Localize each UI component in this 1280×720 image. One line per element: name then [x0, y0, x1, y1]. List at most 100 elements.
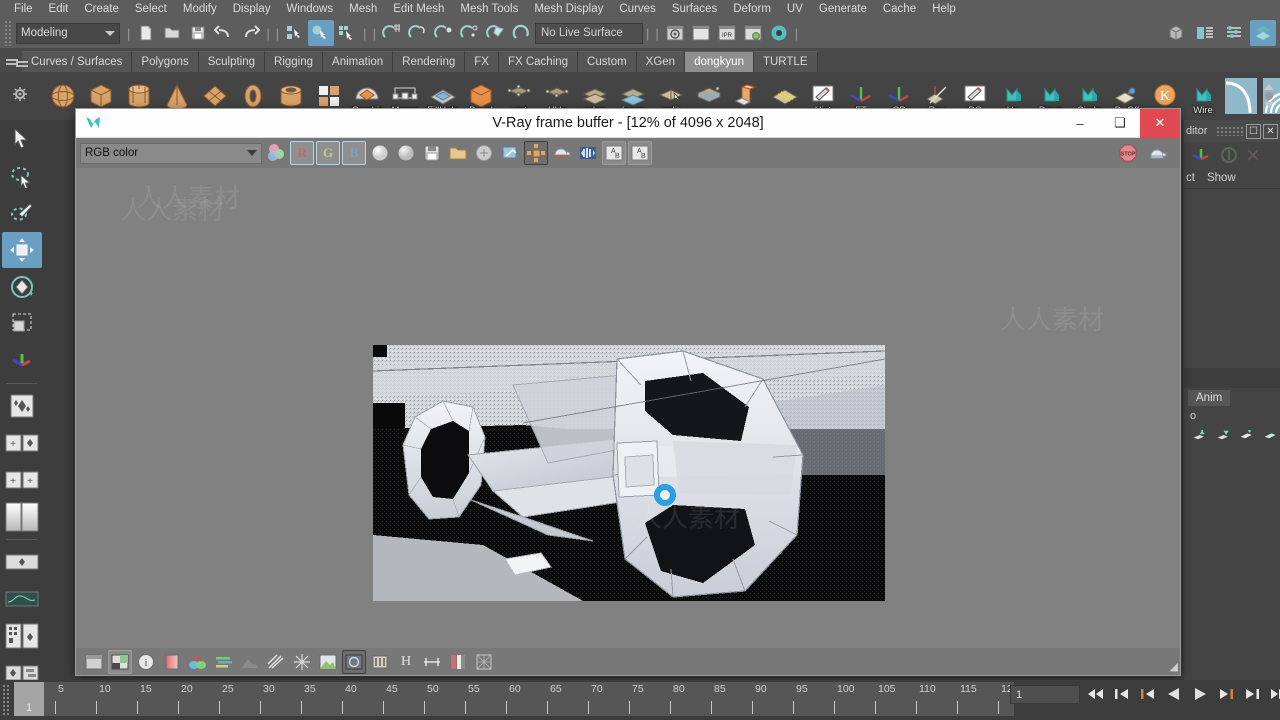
shelf-tab-curves-surfaces[interactable]: Curves / Surfaces [22, 51, 133, 72]
info-icon[interactable]: i [134, 650, 158, 674]
menu-item-edit-mesh[interactable]: Edit Mesh [385, 1, 452, 18]
save-scene-icon[interactable] [185, 20, 211, 46]
menu-item-mesh-display[interactable]: Mesh Display [526, 1, 611, 18]
color-channels-icon[interactable] [264, 141, 288, 165]
menu-item-modify[interactable]: Modify [175, 1, 225, 18]
channel-selector[interactable]: RGB color [80, 142, 262, 164]
ipr-render-icon[interactable]: IPR [714, 20, 740, 46]
snap-projected-center-icon[interactable] [457, 20, 483, 46]
exposure-icon[interactable] [238, 650, 262, 674]
shelf-tab-dongkyun[interactable]: dongkyun [685, 51, 754, 72]
render-settings-icon[interactable] [740, 20, 766, 46]
time-slider-track[interactable]: 1 5 10 15 20 25 30 35 40 45 50 55 60 65 … [14, 682, 1014, 716]
go-to-start-icon[interactable] [1085, 682, 1107, 706]
shelf-tab-fx-caching[interactable]: FX Caching [498, 51, 579, 72]
shelf-tab-sculpting[interactable]: Sculpting [198, 51, 266, 72]
shelf-tab-rendering[interactable]: Rendering [393, 51, 466, 72]
render-last-teapot-icon[interactable] [1146, 141, 1170, 165]
persp-graph-outliner-layout-icon[interactable] [2, 581, 42, 617]
menu-item-create[interactable]: Create [76, 1, 127, 18]
shelf-tab-rigging[interactable]: Rigging [265, 51, 324, 72]
paint-select-tool-icon[interactable] [2, 195, 42, 231]
shelf-scroll-controls[interactable] [1260, 72, 1278, 120]
restore-icon[interactable]: ☐ [1246, 123, 1261, 139]
clear-image-icon[interactable] [472, 141, 496, 165]
menu-item-display[interactable]: Display [225, 1, 279, 18]
menu-item-generate[interactable]: Generate [811, 1, 875, 18]
undo-icon[interactable] [211, 20, 237, 46]
show-hide-layer-editor-icon[interactable] [1250, 20, 1276, 46]
show-hide-channel-box-icon[interactable] [1221, 20, 1247, 46]
force-color-clamp-icon[interactable] [394, 141, 418, 165]
lut-icon[interactable] [290, 650, 314, 674]
tab-show[interactable]: Show [1207, 172, 1236, 184]
lasso-select-tool-icon[interactable] [2, 158, 42, 194]
vfb-title-bar[interactable]: V-Ray frame buffer - [12% of 4096 x 2048… [76, 108, 1180, 138]
shelf-tab-animation[interactable]: Animation [323, 51, 394, 72]
hypershade-persp-layout-icon[interactable] [2, 544, 42, 580]
monochrome-icon[interactable] [368, 141, 392, 165]
layout-grid-icon[interactable] [2, 618, 42, 654]
curve-icon[interactable] [264, 650, 288, 674]
current-frame-field[interactable]: 1 [1010, 685, 1080, 704]
render-region-icon[interactable] [108, 649, 132, 674]
menu-item-select[interactable]: Select [127, 1, 175, 18]
show-hide-attribute-editor-icon[interactable] [1192, 20, 1218, 46]
two-pane-layout-icon[interactable]: + + [2, 462, 42, 498]
show-render-region-icon[interactable] [82, 650, 106, 674]
load-image-icon[interactable] [446, 141, 470, 165]
hsl-icon[interactable]: HSL [186, 650, 210, 674]
gear-icon[interactable] [12, 86, 28, 107]
color-corrections-icon[interactable] [160, 650, 184, 674]
menu-item-curves[interactable]: Curves [611, 1, 663, 18]
select-tool-icon[interactable] [2, 121, 42, 157]
statusbar-grip[interactable] [4, 20, 13, 46]
step-back-frame-icon[interactable] [1137, 682, 1159, 706]
rotate-tool-icon[interactable] [2, 269, 42, 305]
grid-icon[interactable] [472, 650, 496, 674]
compare-horizontal-icon[interactable]: AB [602, 141, 626, 165]
step-forward-keyframe-icon[interactable] [1241, 682, 1263, 706]
scroll-thumb[interactable] [1265, 92, 1273, 100]
snap-view-plane-icon[interactable] [483, 20, 509, 46]
menu-item-uv[interactable]: UV [779, 1, 811, 18]
menu-item-file[interactable]: File [6, 1, 41, 18]
track-mouse-region-icon[interactable] [524, 141, 548, 165]
tab-select[interactable]: ct [1186, 172, 1195, 184]
delete-key-icon[interactable] [1263, 428, 1277, 442]
vfb-image-canvas[interactable]: 人人素材 人人素材 [76, 168, 1180, 648]
shelf-item-curve-tool[interactable] [1222, 74, 1260, 118]
render-sequence-icon[interactable] [688, 20, 714, 46]
step-forward-frame-icon[interactable] [1215, 682, 1237, 706]
key-down-icon[interactable] [1216, 428, 1230, 442]
levels-icon[interactable] [212, 650, 236, 674]
play-backwards-icon[interactable] [1163, 682, 1185, 706]
snap-grid-icon[interactable] [379, 20, 405, 46]
redo-icon[interactable] [237, 20, 263, 46]
go-to-end-icon[interactable] [1267, 682, 1280, 706]
compare-vertical-icon[interactable]: AB [628, 141, 652, 165]
scale-tool-icon[interactable] [2, 306, 42, 342]
menu-item-help[interactable]: Help [924, 1, 964, 18]
render-last-icon[interactable] [550, 141, 574, 165]
scroll-up-icon[interactable] [1264, 84, 1274, 90]
watermark-icon[interactable]: H [394, 650, 418, 674]
resize-grip[interactable]: ◢ [1170, 660, 1178, 673]
abort-render-icon[interactable]: STOP [1116, 141, 1140, 165]
tab-anim[interactable]: Anim [1188, 390, 1231, 406]
shelf-tab-fx[interactable]: FX [465, 51, 499, 72]
shelf-item-wireframe[interactable]: Wire [1184, 74, 1222, 118]
four-view-layout-icon[interactable] [2, 388, 42, 424]
background-icon[interactable] [342, 649, 366, 674]
make-live-icon[interactable] [509, 20, 535, 46]
hypershade-icon[interactable] [766, 20, 792, 46]
horizontal-icon[interactable] [420, 650, 444, 674]
stereo-icon[interactable] [446, 650, 470, 674]
menu-item-windows[interactable]: Windows [278, 1, 341, 18]
menu-item-edit[interactable]: Edit [41, 1, 77, 18]
save-image-icon[interactable] [420, 141, 444, 165]
menu-item-cache[interactable]: Cache [875, 1, 924, 18]
render-current-frame-icon[interactable] [662, 20, 688, 46]
pixel-aspect-icon[interactable] [368, 650, 392, 674]
stereo-red-blue-icon[interactable] [576, 141, 600, 165]
